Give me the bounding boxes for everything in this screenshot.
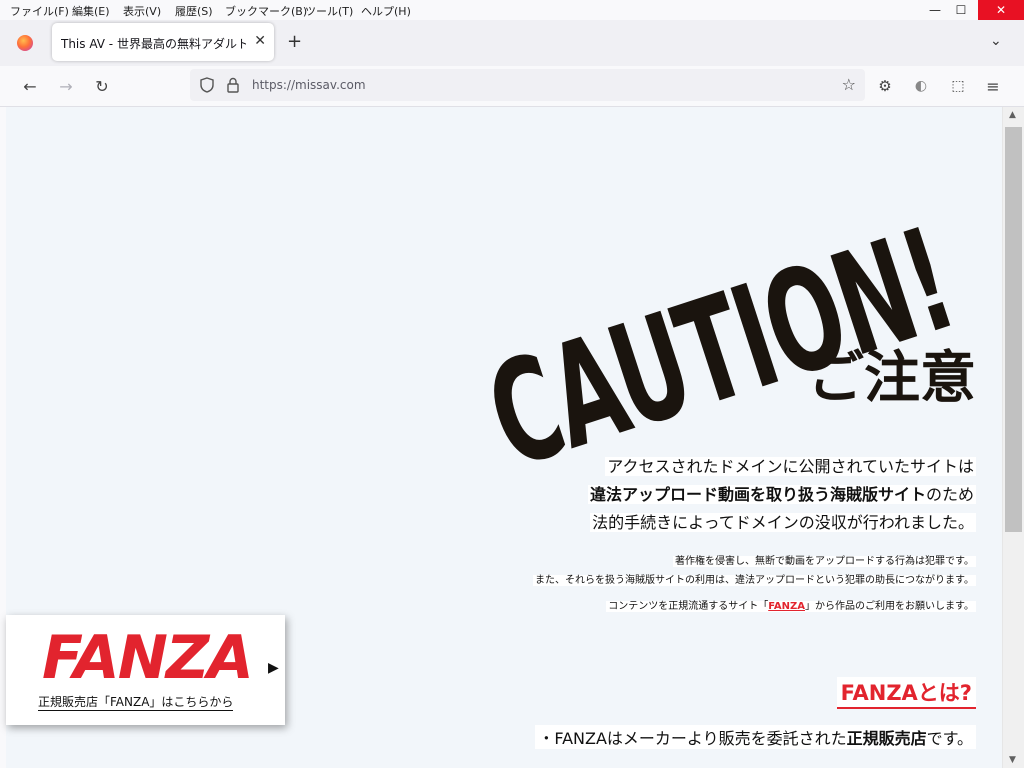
shield-icon[interactable] [200,77,214,93]
fanza-link[interactable]: FANZA [768,601,805,612]
lead-line-1: アクセスされたドメインに公開されていたサイトは [605,457,976,476]
menu-history[interactable]: 履歴(S) [175,3,213,19]
tab-close-icon[interactable]: ✕ [254,33,266,49]
lead-paragraph: アクセスされたドメインに公開されていたサイトは 違法アップロード動画を取り扱う海… [587,453,976,537]
new-tab-button[interactable]: + [287,31,302,52]
scroll-up-arrow-icon[interactable]: ▲ [1009,110,1016,120]
tab-active[interactable]: This AV - 世界最高の無料アダルト エ ✕ [52,23,274,61]
fanza-banner-caption[interactable]: 正規販売店「FANZA」はこちらから [38,693,234,711]
scrollbar-thumb[interactable] [1005,127,1022,532]
menu-edit[interactable]: 編集(E) [72,3,110,19]
menu-tools[interactable]: ツール(T) [305,3,353,19]
nav-bar: ← → ↻ https://missav.com ☆ ⚙ ◐ ⬚ ≡ [0,66,1024,107]
tab-bar: This AV - 世界最高の無料アダルト エ ✕ + ⌄ [0,20,1024,66]
caution-subheading: ご注意 [808,346,976,411]
lock-icon[interactable] [227,77,239,93]
app-menu-icon[interactable]: ≡ [981,74,1005,98]
notice-line-2: また、それらを扱う海賊版サイトの利用は、違法アップロードという犯罪の助長につなが… [533,575,976,586]
menu-view[interactable]: 表示(V) [123,3,161,19]
scrollbar[interactable]: ▲ ▼ [1002,107,1024,768]
back-icon[interactable]: ← [18,74,42,98]
lead-line-3: 法的手続きによってドメインの没収が行われました。 [590,513,976,532]
notice-line-3a: コンテンツを正規流通するサイト「 [608,601,769,612]
forward-icon[interactable]: → [54,74,78,98]
scroll-down-arrow-icon[interactable]: ▼ [1009,755,1016,765]
banner-arrow-icon[interactable]: ▶ [268,660,279,676]
notice-line-1: 著作権を侵害し、無断で動画をアップロードする行為は犯罪です。 [673,556,976,567]
menu-bookmarks[interactable]: ブックマーク(B) [225,3,307,19]
fanza-about-heading: FANZAとは? [836,677,976,709]
lead-line-2-bold: 違法アップロード動画を取り扱う海賊版サイト [589,485,926,504]
settings-gear-icon[interactable]: ⚙ [873,74,897,98]
list-tabs-chevron-icon[interactable]: ⌄ [990,33,1002,49]
reload-icon[interactable]: ↻ [90,74,114,98]
tab-title: This AV - 世界最高の無料アダルト エ [61,37,246,51]
extensions-icon[interactable]: ⬚ [946,74,970,98]
bookmark-star-icon[interactable]: ☆ [842,75,856,94]
bullet-text-c: です。 [926,729,973,748]
firefox-icon[interactable] [17,35,33,51]
bullet-text-a: ・FANZAはメーカーより販売を委託された [538,729,847,748]
account-icon[interactable]: ◐ [909,74,933,98]
menu-help[interactable]: ヘルプ(H) [361,3,411,19]
fanza-bullet: ・FANZAはメーカーより販売を委託された正規販売店です。 [535,725,976,749]
menu-file[interactable]: ファイル(F) [10,3,69,19]
fanza-logo[interactable]: FANZA [42,623,254,693]
url-bar[interactable]: https://missav.com ☆ [190,69,865,101]
window-close-button[interactable]: ✕ [978,0,1024,20]
menu-bar: ファイル(F) 編集(E) 表示(V) 履歴(S) ブックマーク(B) ツール(… [0,0,1024,20]
lead-line-2-rest: のため [925,485,974,504]
maximize-button[interactable]: ☐ [944,0,978,20]
notice-line-3c: 」から作品のご利用をお願いします。 [805,601,974,612]
bullet-text-bold: 正規販売店 [846,729,927,748]
url-text[interactable]: https://missav.com [252,78,366,92]
fanza-banner[interactable]: FANZA 正規販売店「FANZA」はこちらから ▶ [6,615,285,725]
